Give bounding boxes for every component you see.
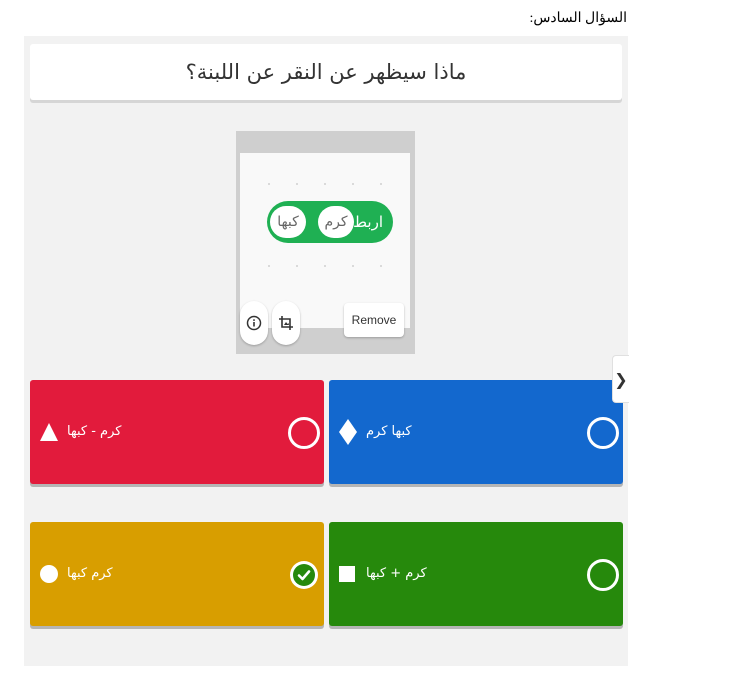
circle-icon (40, 565, 58, 583)
answer-option-triangle[interactable]: كرم - كبها (30, 380, 324, 484)
quiz-panel: ماذا سيظهر عن النقر عن اللبنة؟ كبها كرم … (24, 36, 628, 666)
question-text: ماذا سيظهر عن النقر عن اللبنة؟ (185, 60, 467, 84)
question-bar: ماذا سيظهر عن النقر عن اللبنة؟ (30, 44, 622, 100)
answer-option-circle[interactable]: كرم كبها (30, 522, 324, 626)
answer-label: كرم كبها (67, 566, 113, 581)
info-button[interactable] (240, 301, 268, 345)
answer-label: كبها كرم (366, 424, 412, 439)
block-pill-2: كبها (270, 206, 306, 238)
triangle-icon (40, 423, 58, 441)
answer-label: كرم - كبها (67, 424, 122, 439)
answer-radio[interactable] (587, 559, 619, 591)
chevron-right-icon: ❯ (614, 369, 628, 389)
answer-radio[interactable] (288, 417, 320, 449)
question-image: كبها كرم اربط Remove (236, 131, 415, 354)
info-icon (246, 315, 262, 331)
document-heading: السؤال السادس: (529, 11, 627, 26)
image-canvas: كبها كرم اربط (240, 153, 410, 328)
diamond-icon (339, 419, 357, 445)
answer-label: كرم + كبها (366, 566, 427, 581)
next-arrow-button[interactable]: ❯ (612, 355, 629, 403)
answer-radio[interactable] (587, 417, 619, 449)
crop-icon (279, 316, 293, 330)
square-icon (339, 566, 355, 582)
block-pill-1: كرم (318, 206, 354, 238)
remove-image-button[interactable]: Remove (344, 303, 404, 337)
answer-option-diamond[interactable]: كبها كرم (329, 380, 623, 484)
selected-check-icon[interactable] (290, 561, 318, 589)
code-block: كبها كرم اربط (267, 201, 393, 243)
block-label: اربط (353, 213, 383, 231)
crop-button[interactable] (272, 301, 300, 345)
answer-option-square[interactable]: كرم + كبها (329, 522, 623, 626)
